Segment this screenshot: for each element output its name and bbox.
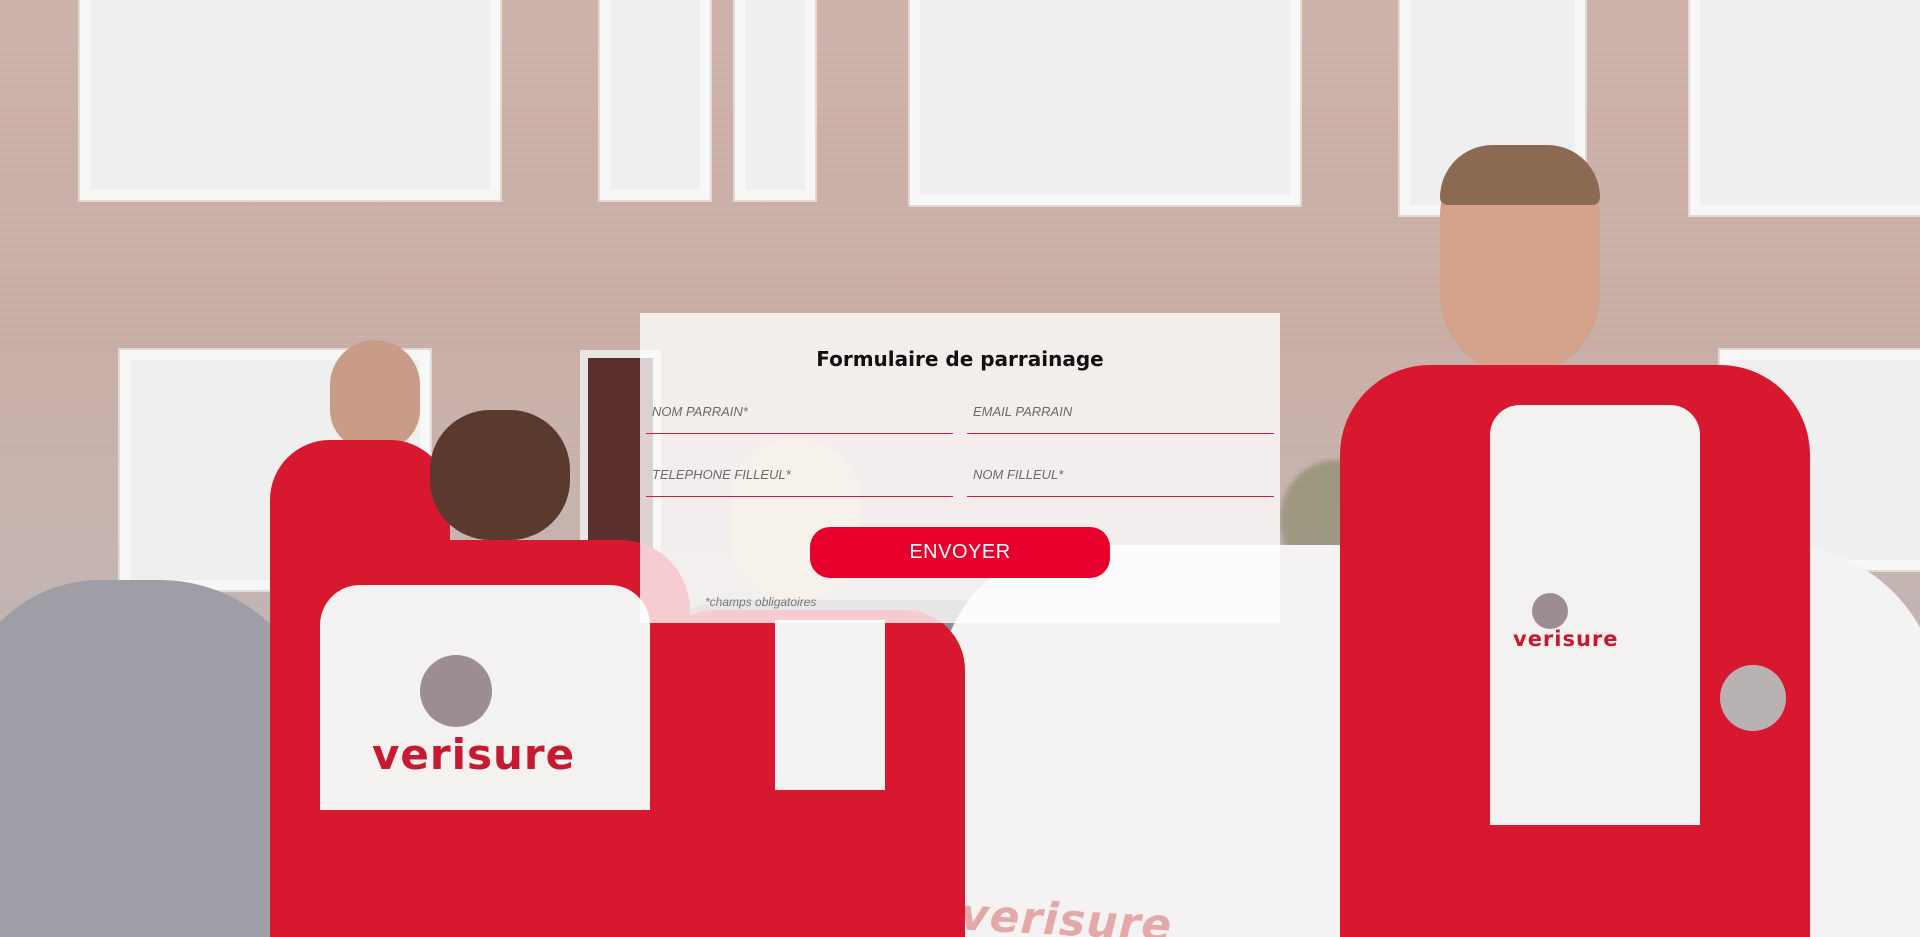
form-row-2 <box>646 452 1274 515</box>
jacket-brand-text: verisure <box>372 730 576 779</box>
form-title: Formulaire de parrainage <box>816 347 1104 371</box>
send-button[interactable]: ENVOYER <box>810 527 1110 578</box>
jacket-brand-text: verisure <box>1513 627 1619 651</box>
window <box>910 0 1300 205</box>
submit-wrapper: ENVOYER <box>646 527 1274 578</box>
sponsor-email-input[interactable] <box>967 389 1274 434</box>
sponsor-name-input[interactable] <box>646 389 953 434</box>
person-woman-back: verisure <box>320 410 690 937</box>
person-man-front: verisure <box>1340 145 1810 937</box>
window <box>80 0 500 200</box>
required-fields-note: *champs obligatoires <box>705 595 817 609</box>
referral-form: Formulaire de parrainage ENVOYER *champs… <box>640 313 1280 623</box>
window <box>735 0 815 200</box>
referee-phone-input[interactable] <box>646 452 953 497</box>
brand-logo-icon <box>1532 593 1568 629</box>
form-row-1 <box>646 389 1274 452</box>
window <box>600 0 710 200</box>
brand-logo-icon <box>420 655 492 727</box>
referee-name-input[interactable] <box>967 452 1274 497</box>
